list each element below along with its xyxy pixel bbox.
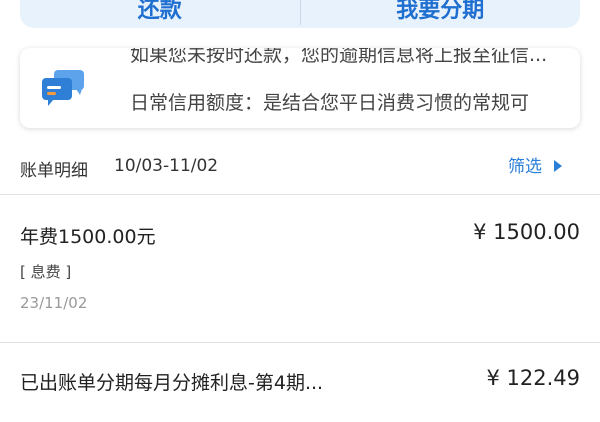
notice-card[interactable]: 如果您未按时还款，您的逾期信息将上报至征信... 日常信用额度：是结合您平日消费… (20, 48, 580, 128)
filter-button[interactable]: 筛选 (508, 152, 562, 177)
transaction-title: 年费1500.00元 (20, 226, 156, 248)
repay-button[interactable]: 还款 (20, 0, 300, 28)
message-icon (42, 70, 84, 106)
date-range: 10/03-11/02 (114, 156, 219, 176)
transaction-amount: ¥ 122.49 (486, 366, 580, 390)
transaction-amount: ¥ 1500.00 (473, 220, 580, 244)
filter-label: 筛选 (508, 157, 542, 177)
installment-button[interactable]: 我要分期 (301, 0, 581, 28)
notice-line-1: 如果您未按时还款，您的逾期信息将上报至征信... (130, 48, 548, 66)
transaction-row[interactable]: 已出账单分期每月分摊利息-第4期... ¥ 122.49 (0, 342, 600, 422)
transaction-row[interactable]: 年费1500.00元 ¥ 1500.00 [ 息费 ] 23/11/02 (0, 196, 600, 343)
top-action-bar: 还款 我要分期 (20, 0, 580, 28)
transaction-tag: [ 息费 ] (20, 263, 72, 281)
notice-line-2: 日常信用额度：是结合您平日消费习惯的常规可 (130, 92, 530, 114)
triangle-right-icon (554, 159, 562, 172)
notice-text: 如果您未按时还款，您的逾期信息将上报至征信... 日常信用额度：是结合您平日消费… (130, 48, 570, 128)
transaction-title: 已出账单分期每月分摊利息-第4期... (20, 372, 324, 394)
bill-detail-header: 账单明细 10/03-11/02 筛选 (0, 138, 600, 195)
transaction-date: 23/11/02 (20, 294, 88, 312)
section-title: 账单明细 (20, 161, 88, 181)
